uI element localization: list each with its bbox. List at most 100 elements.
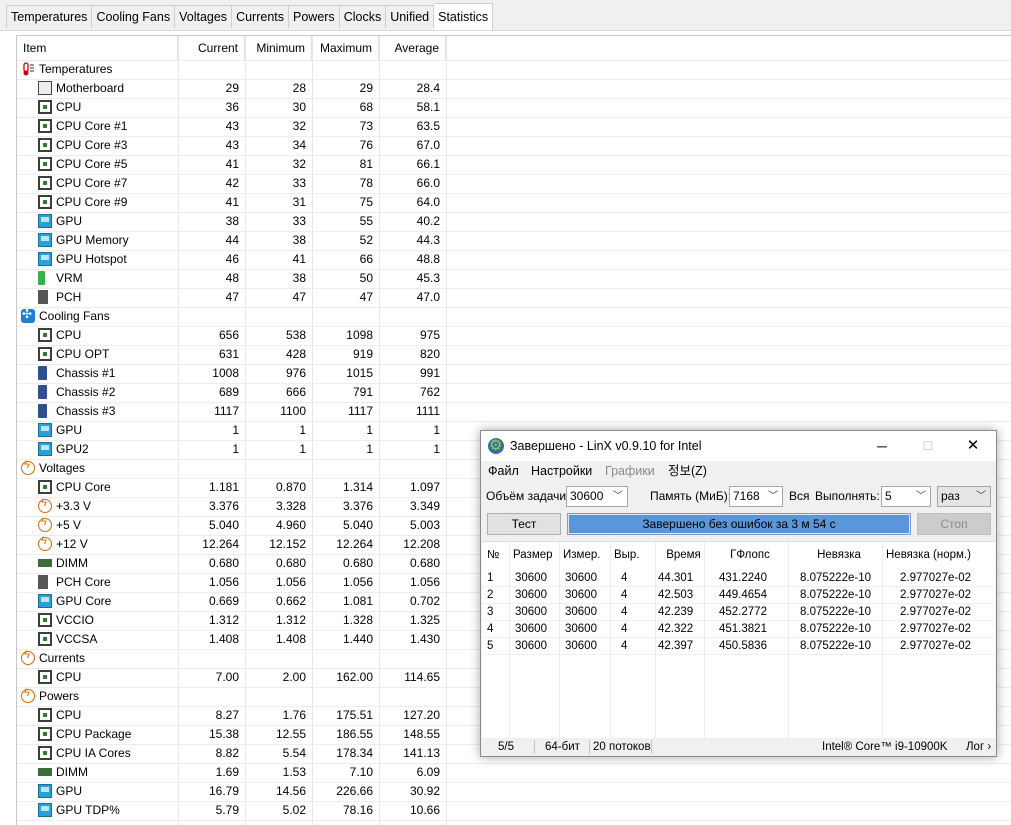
run-unit-combo[interactable]: раз ﹀ xyxy=(937,486,991,507)
test-button[interactable]: Тест xyxy=(487,513,561,535)
row-divider xyxy=(17,193,1011,194)
column-average[interactable]: Average xyxy=(379,36,446,60)
linx-column-gflops[interactable]: ГФлопс xyxy=(708,542,792,568)
table-row[interactable]: GPU 38 33 55 40.2 xyxy=(17,212,1011,231)
tabs-row: Temperatures Cooling Fans Voltages Currents… xyxy=(6,2,494,30)
tab-currents[interactable]: Currents xyxy=(232,5,289,28)
column-item[interactable]: Item xyxy=(17,36,178,60)
row-divider xyxy=(17,801,1011,802)
linx-title-bar[interactable]: Завершено - LinX v0.9.10 for Intel ─ ☐ ✕ xyxy=(481,431,996,461)
linx-cell-residual: 8.075222e-10 xyxy=(800,623,871,635)
row-divider xyxy=(17,364,1011,365)
table-row[interactable]: CPU Core #5 41 32 81 66.1 xyxy=(17,155,1011,174)
cell-current: 656 xyxy=(218,328,239,342)
cell-maximum: 75 xyxy=(359,195,373,209)
tab-clocks[interactable]: Clocks xyxy=(339,5,387,28)
tab-statistics[interactable]: Statistics xyxy=(434,3,494,30)
table-row[interactable]: Chassis #2 689 666 791 762 xyxy=(17,383,1011,402)
group-row[interactable]: Temperatures xyxy=(17,60,1011,79)
menu-info[interactable]: 정보(Z) xyxy=(668,461,707,481)
memory-combo[interactable]: 7168 ﹀ xyxy=(729,486,783,507)
row-divider xyxy=(17,231,1011,232)
close-button[interactable]: ✕ xyxy=(950,431,996,461)
pch-icon xyxy=(38,290,48,304)
linx-column-size[interactable]: Размер xyxy=(513,542,563,568)
item-label: CPU xyxy=(56,328,82,342)
table-row[interactable]: Chassis #3 1117 1100 1117 1111 xyxy=(17,402,1011,421)
table-row[interactable]: GPU Hotspot 46 41 66 48.8 xyxy=(17,250,1011,269)
table-row[interactable]: GPU Memory 44 38 52 44.3 xyxy=(17,231,1011,250)
linx-column-residual-norm[interactable]: Невязка (норм.) xyxy=(886,542,982,568)
problem-size-combo[interactable]: 30600 ﹀ xyxy=(566,486,628,507)
tab-cooling-fans[interactable]: Cooling Fans xyxy=(92,5,176,28)
linx-column-time[interactable]: Время xyxy=(659,542,708,568)
all-memory-checkbox[interactable]: Вся xyxy=(789,486,810,506)
minimize-button[interactable]: ─ xyxy=(859,431,905,461)
cell-maximum: 1.056 xyxy=(342,575,373,589)
menu-graphs[interactable]: Графики xyxy=(605,461,655,481)
log-button[interactable]: Лог › xyxy=(966,738,991,756)
table-row[interactable]: Motherboard 29 28 29 28.4 xyxy=(17,79,1011,98)
cell-minimum: 31 xyxy=(292,195,306,209)
group-row[interactable]: Cooling Fans xyxy=(17,307,1011,326)
table-row[interactable]: GPU 16.79 14.56 226.66 30.92 xyxy=(17,782,1011,801)
table-row[interactable]: Chassis #1 1008 976 1015 991 xyxy=(17,364,1011,383)
maximize-button[interactable]: ☐ xyxy=(905,431,951,461)
linx-column-dim[interactable]: Измер. xyxy=(563,542,614,568)
linx-cell-dim: 30600 xyxy=(565,589,597,601)
table-row[interactable]: CPU OPT 631 428 919 820 xyxy=(17,345,1011,364)
column-current[interactable]: Current xyxy=(178,36,245,60)
cell-current: 1.181 xyxy=(208,480,239,494)
table-row[interactable]: CPU Core #1 43 32 73 63.5 xyxy=(17,117,1011,136)
cell-maximum: 81 xyxy=(359,157,373,171)
cell-maximum: 73 xyxy=(359,119,373,133)
chip-icon xyxy=(38,100,52,114)
table-row[interactable]: CPU 36 30 68 58.1 xyxy=(17,98,1011,117)
item-label: GPU TDP% xyxy=(56,803,120,817)
table-row[interactable]: DIMM 1.69 1.53 7.10 6.09 xyxy=(17,763,1011,782)
linx-cell-gflops: 450.5836 xyxy=(719,640,767,652)
linx-cell-align: 4 xyxy=(621,589,628,601)
cell-current: 16.79 xyxy=(208,784,239,798)
linx-column-align[interactable]: Выр. xyxy=(614,542,659,568)
menu-file[interactable]: Файл xyxy=(488,461,519,481)
tab-voltages[interactable]: Voltages xyxy=(175,5,233,28)
cell-minimum: 3.328 xyxy=(275,499,306,513)
column-maximum[interactable]: Maximum xyxy=(312,36,379,60)
cell-maximum: 178.34 xyxy=(336,746,373,760)
cell-average: 66.1 xyxy=(416,157,440,171)
cell-minimum: 32 xyxy=(292,157,306,171)
cell-current: 46 xyxy=(225,252,239,266)
table-row[interactable]: CPU Core #9 41 31 75 64.0 xyxy=(17,193,1011,212)
table-row[interactable]: CPU Core #3 43 34 76 67.0 xyxy=(17,136,1011,155)
tab-temperatures[interactable]: Temperatures xyxy=(6,5,93,28)
progress-bar: Завершено без ошибок за 3 м 54 с xyxy=(567,513,911,535)
cell-maximum: 52 xyxy=(359,233,373,247)
cell-minimum: 1100 xyxy=(280,404,306,418)
linx-column-residual[interactable]: Невязка xyxy=(792,542,886,568)
cell-current: 36 xyxy=(225,100,239,114)
table-row[interactable]: CPU 656 538 1098 975 xyxy=(17,326,1011,345)
table-row[interactable]: PCH 47 47 47 47.0 xyxy=(17,288,1011,307)
column-minimum[interactable]: Minimum xyxy=(245,36,312,60)
cell-maximum: 29 xyxy=(359,81,373,95)
table-row[interactable]: CPU Core #7 42 33 78 66.0 xyxy=(17,174,1011,193)
cell-maximum: 791 xyxy=(352,385,373,399)
row-divider xyxy=(17,402,1011,403)
cell-average: 991 xyxy=(419,366,440,380)
table-row[interactable]: VRM 48 38 50 45.3 xyxy=(17,269,1011,288)
tab-unified[interactable]: Unified xyxy=(386,5,435,28)
table-row[interactable]: GPU TDP% 5.79 5.02 78.16 10.66 xyxy=(17,801,1011,820)
dimm-icon xyxy=(38,768,52,776)
cell-average: 6.09 xyxy=(416,765,440,779)
menu-settings[interactable]: Настройки xyxy=(531,461,592,481)
cell-minimum: 33 xyxy=(292,176,306,190)
linx-window: Завершено - LinX v0.9.10 for Intel ─ ☐ ✕… xyxy=(480,430,997,757)
row-divider xyxy=(17,782,1011,783)
stop-button[interactable]: Стоп xyxy=(917,513,991,535)
linx-column-no[interactable]: № xyxy=(487,542,511,568)
run-count-combo[interactable]: 5 ﹀ xyxy=(881,486,931,507)
cell-average: 820 xyxy=(419,347,440,361)
gpu-icon xyxy=(38,423,52,437)
tab-powers[interactable]: Powers xyxy=(289,5,340,28)
